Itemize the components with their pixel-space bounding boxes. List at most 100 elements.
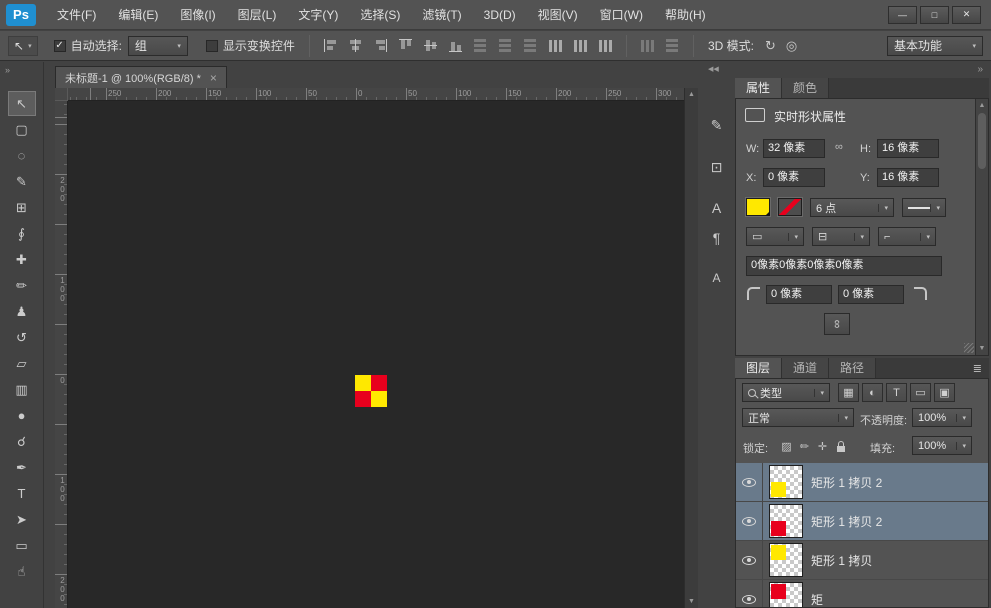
layer-row[interactable]: 矩形 1 拷贝 [736,541,988,580]
height-field[interactable]: 16 像素 [877,139,939,158]
filter-pixel-layers-icon[interactable]: ▦ [838,383,859,402]
horizontal-ruler[interactable]: 250 200 150 100 50 0 50 100 150 200 250 … [68,88,684,101]
scroll-down-icon[interactable] [976,345,988,352]
distribute-hspace-icon[interactable] [637,36,658,55]
workspace-switcher[interactable]: 基本功能 [887,36,983,56]
visibility-toggle[interactable] [736,580,763,607]
align-hcenter-icon[interactable] [345,36,366,55]
eraser-tool[interactable]: ▱ [8,351,36,376]
panel-menu-icon[interactable] [973,362,982,375]
filter-adjustment-layers-icon[interactable]: ◐ [862,383,883,402]
properties-scrollbar[interactable] [975,99,988,355]
ruler-corner[interactable] [55,88,68,101]
auto-select-target-dropdown[interactable]: 组 [128,36,188,56]
menu-filter[interactable]: 滤镜(T) [411,0,472,30]
canvas[interactable] [68,101,684,608]
pen-tool[interactable]: ✒ [8,455,36,480]
scroll-up-icon[interactable] [685,91,698,98]
link-dimensions-icon[interactable]: ∞ [835,141,843,153]
clone-source-panel-icon[interactable]: ⊡ [703,154,730,181]
x-field[interactable]: 0 像素 [763,168,825,187]
layer-row[interactable]: 矩 [736,580,988,607]
align-left-icon[interactable] [320,36,341,55]
menu-layer[interactable]: 图层(L) [227,0,288,30]
lock-position-icon[interactable]: ✛ [814,438,831,455]
link-radii-button[interactable]: ∞ [824,313,850,335]
scroll-down-icon[interactable] [685,598,698,605]
blend-mode-dropdown[interactable]: 正常 [742,408,854,427]
menu-view[interactable]: 视图(V) [527,0,589,30]
tab-properties[interactable]: 属性 [735,78,782,98]
menu-edit[interactable]: 编辑(E) [107,0,169,30]
lock-all-icon[interactable] [832,438,849,455]
stroke-corners-dropdown[interactable]: ⌐ [878,227,936,246]
filter-shape-layers-icon[interactable]: ▭ [910,383,931,402]
distribute-top-icon[interactable] [470,36,491,55]
gradient-tool[interactable]: ▥ [8,377,36,402]
opacity-dropdown[interactable]: 100% [912,408,972,427]
align-top-icon[interactable] [395,36,416,55]
width-field[interactable]: 32 像素 [763,139,825,158]
lock-transparency-icon[interactable]: ▨ [778,438,795,455]
align-right-icon[interactable] [370,36,391,55]
stroke-type-dropdown[interactable] [902,198,946,217]
hand-tool[interactable]: ☝ [8,559,36,584]
tab-color[interactable]: 颜色 [782,78,829,98]
clone-stamp-tool[interactable]: ♟ [8,299,36,324]
menu-file[interactable]: 文件(F) [46,0,107,30]
brush-panel-icon[interactable]: ✎ [703,112,730,139]
rectangular-marquee-tool[interactable]: ▢ [8,117,36,142]
layer-name[interactable]: 矩形 1 拷贝 [811,552,872,569]
menu-select[interactable]: 选择(S) [349,0,411,30]
path-selection-tool[interactable]: ➤ [8,507,36,532]
layer-thumbnail[interactable] [769,504,803,538]
character-panel-icon[interactable]: A [703,194,730,221]
maximize-button[interactable]: □ [920,6,949,24]
paragraph-panel-icon[interactable]: ¶ [703,224,730,251]
corner-radii-field[interactable]: 0像素0像素0像素0像素 [746,256,942,276]
align-bottom-icon[interactable] [445,36,466,55]
lasso-tool[interactable]: ◌ [8,143,36,168]
move-tool[interactable]: ↖ [8,91,36,116]
stroke-caps-dropdown[interactable]: ⊟ [812,227,870,246]
minimize-button[interactable]: — [888,6,917,24]
scrollbar-thumb[interactable] [978,113,986,169]
menu-image[interactable]: 图像(I) [169,0,226,30]
menu-help[interactable]: 帮助(H) [654,0,717,30]
panel-resize-grip[interactable] [964,343,974,353]
fill-color-swatch[interactable] [746,198,770,216]
dodge-tool[interactable]: ☌ [8,429,36,454]
distribute-vcenter-icon[interactable] [495,36,516,55]
layer-name[interactable]: 矩 [811,591,823,608]
stroke-width-dropdown[interactable]: 6 点 [810,198,894,217]
document-tab[interactable]: 未标题-1 @ 100%(RGB/8) * × [55,66,227,88]
layer-filter-dropdown[interactable]: 类型 [742,383,830,402]
show-transform-checkbox[interactable]: 显示变换控件 [206,37,295,54]
layer-name[interactable]: 矩形 1 拷贝 2 [811,474,882,491]
menu-type[interactable]: 文字(Y) [287,0,349,30]
align-vcenter-icon[interactable] [420,36,441,55]
collapse-dock-icon[interactable] [977,64,983,75]
menu-3d[interactable]: 3D(D) [473,0,527,30]
tab-paths[interactable]: 路径 [829,358,876,378]
eyedropper-tool[interactable]: ∮ [8,221,36,246]
visibility-toggle[interactable] [736,502,763,540]
crop-tool[interactable]: ⊞ [8,195,36,220]
layer-thumbnail[interactable] [769,465,803,499]
lock-paint-icon[interactable]: ✏ [796,438,813,455]
3d-pan-icon[interactable]: ◎ [786,38,797,54]
tab-channels[interactable]: 通道 [782,358,829,378]
stroke-align-dropdown[interactable]: ▭ [746,227,804,246]
3d-orbit-icon[interactable]: ↻ [765,38,776,54]
visibility-toggle[interactable] [736,541,763,579]
canvas-vertical-scrollbar[interactable] [684,88,698,608]
close-icon[interactable]: × [210,71,217,85]
collapse-tools-icon[interactable] [0,62,43,82]
character-styles-panel-icon[interactable]: A [703,264,730,291]
filter-smart-objects-icon[interactable]: ▣ [934,383,955,402]
auto-select-checkbox[interactable]: 自动选择: [54,37,122,54]
layer-thumbnail[interactable] [769,582,803,607]
layer-thumbnail[interactable] [769,543,803,577]
history-brush-tool[interactable]: ↺ [8,325,36,350]
blur-tool[interactable]: ● [8,403,36,428]
